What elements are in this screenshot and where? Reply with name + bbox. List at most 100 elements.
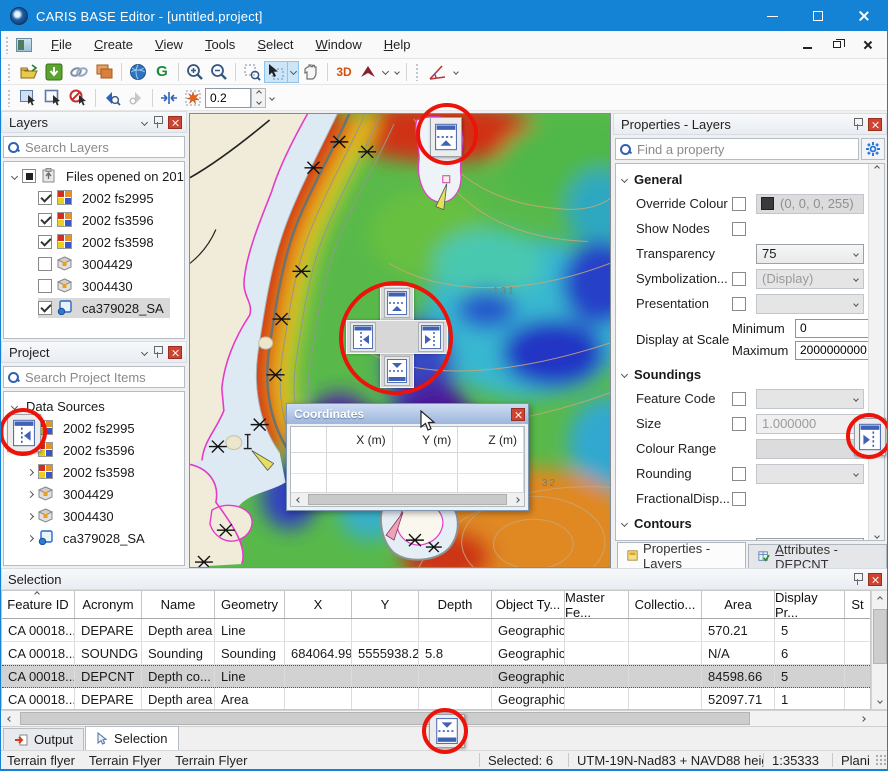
select-tool-button[interactable] xyxy=(264,61,288,83)
scroll-thumb[interactable] xyxy=(873,609,887,664)
pin-icon[interactable] xyxy=(853,118,862,130)
property-checkbox[interactable] xyxy=(732,467,746,481)
table-cell[interactable]: CA 00018... xyxy=(2,666,75,687)
dock-guide-down-button[interactable] xyxy=(384,356,410,386)
layers-tree-item[interactable]: 3004429 xyxy=(4,253,184,275)
pan-tool-button[interactable] xyxy=(299,61,323,83)
layers-tree-item[interactable]: 2002 fs3596 xyxy=(4,209,184,231)
table-cell[interactable]: 52097.71 xyxy=(702,688,775,710)
angle-measure-button[interactable] xyxy=(424,61,450,83)
pin-icon[interactable] xyxy=(853,573,862,585)
project-tree-item[interactable]: ca379028_SA xyxy=(4,527,184,549)
dock-guide-left-button[interactable] xyxy=(350,322,376,352)
expander-icon[interactable] xyxy=(22,492,38,497)
table-cell[interactable] xyxy=(845,688,871,710)
table-cell[interactable] xyxy=(845,666,871,687)
table-cell[interactable]: DEPCNT xyxy=(75,666,142,687)
panel-close-button[interactable] xyxy=(168,116,182,129)
tab-output[interactable]: Output xyxy=(3,728,84,750)
menu-create[interactable]: Create xyxy=(83,33,144,56)
tab-selection[interactable]: Selection xyxy=(85,726,178,750)
table-cell[interactable] xyxy=(565,666,629,687)
select-tool-dropdown[interactable] xyxy=(288,61,299,83)
table-cell[interactable] xyxy=(629,642,702,664)
layers-tree-item[interactable]: ca379028_SA xyxy=(4,297,184,319)
flyer-tool-dropdown[interactable] xyxy=(380,61,391,83)
data-sources-button[interactable] xyxy=(92,61,117,83)
scroll-thumb[interactable] xyxy=(20,712,750,725)
import-surface-button[interactable] xyxy=(42,61,66,83)
query-next-button[interactable] xyxy=(124,87,148,109)
table-row[interactable]: CA 00018...DEPAREDepth areaAreaGeographi… xyxy=(2,688,870,710)
column-header[interactable]: Master Fe... xyxy=(565,591,629,618)
column-header[interactable]: Collectio... xyxy=(629,591,702,618)
globe-button[interactable] xyxy=(126,61,150,83)
coordinates-window[interactable]: Coordinates X (m) Y (m) Z (m) xyxy=(286,403,529,511)
property-checkbox[interactable] xyxy=(732,297,746,311)
table-cell[interactable] xyxy=(352,619,419,641)
column-header[interactable]: Object Ty... xyxy=(492,591,565,618)
expander-icon[interactable] xyxy=(22,470,38,475)
mdi-close-button[interactable] xyxy=(859,38,875,52)
menu-select[interactable]: Select xyxy=(246,33,304,56)
table-cell[interactable]: Sounding xyxy=(142,642,215,664)
property-dropdown[interactable]: (Display) xyxy=(756,269,864,289)
dock-expand-left-button[interactable] xyxy=(7,414,41,452)
pin-icon[interactable] xyxy=(153,116,162,128)
property-dropdown[interactable] xyxy=(756,464,864,484)
project-tree-item[interactable]: 3004430 xyxy=(4,505,184,527)
table-cell[interactable]: 5 xyxy=(775,666,845,687)
table-cell[interactable]: Geographic xyxy=(492,688,565,710)
expander-icon[interactable] xyxy=(22,536,38,541)
expander-icon[interactable] xyxy=(6,174,22,179)
visibility-checkbox[interactable] xyxy=(38,257,52,271)
table-cell[interactable]: Geographic xyxy=(492,619,565,641)
panel-close-button[interactable] xyxy=(868,573,882,586)
property-input[interactable]: 1.000000 xyxy=(756,414,864,434)
property-group-header[interactable]: Soundings xyxy=(616,362,884,386)
table-cell[interactable]: Line xyxy=(215,666,285,687)
scroll-left-icon[interactable] xyxy=(291,493,306,506)
column-header[interactable]: Feature ID xyxy=(2,591,75,618)
table-cell[interactable] xyxy=(629,688,702,710)
table-cell[interactable]: DEPARE xyxy=(75,619,142,641)
column-header[interactable]: Depth xyxy=(419,591,492,618)
table-cell[interactable]: Geographic xyxy=(492,666,565,687)
table-cell[interactable]: 5 xyxy=(775,619,845,641)
column-header[interactable]: Acronym xyxy=(75,591,142,618)
open-project-button[interactable] xyxy=(16,61,42,83)
property-group-header[interactable]: Contours xyxy=(616,511,884,535)
column-header[interactable]: Area xyxy=(702,591,775,618)
property-dropdown[interactable]: 75 xyxy=(756,244,864,264)
panel-close-button[interactable] xyxy=(168,346,182,359)
table-cell[interactable]: 84598.66 xyxy=(702,666,775,687)
query-previous-button[interactable] xyxy=(100,87,124,109)
coordinates-title-bar[interactable]: Coordinates xyxy=(287,404,528,424)
table-cell[interactable]: DEPARE xyxy=(75,688,142,710)
table-cell[interactable] xyxy=(565,688,629,710)
3d-view-button[interactable]: 3D xyxy=(332,61,356,83)
scroll-up-icon[interactable] xyxy=(874,165,880,171)
visibility-checkbox[interactable] xyxy=(38,279,52,293)
scroll-right-icon[interactable] xyxy=(854,711,871,726)
zoom-out-button[interactable] xyxy=(207,61,231,83)
scroll-left-icon[interactable] xyxy=(1,711,18,726)
table-cell[interactable]: N/A xyxy=(702,642,775,664)
visibility-checkbox[interactable] xyxy=(38,191,52,205)
table-cell[interactable] xyxy=(285,619,352,641)
property-dropdown[interactable] xyxy=(756,294,864,314)
project-search-input[interactable] xyxy=(25,370,180,385)
table-cell[interactable]: Geographic xyxy=(492,642,565,664)
selection-radius-button[interactable] xyxy=(181,87,205,109)
mdi-minimize-button[interactable] xyxy=(799,38,815,52)
visibility-checkbox[interactable] xyxy=(38,235,52,249)
property-checkbox[interactable] xyxy=(732,272,746,286)
table-cell[interactable]: CA 00018... xyxy=(2,642,75,664)
column-header[interactable]: Name xyxy=(142,591,215,618)
toolbar-overflow[interactable] xyxy=(450,61,461,83)
property-checkbox[interactable] xyxy=(732,222,746,236)
property-group-header[interactable]: General xyxy=(616,167,884,191)
select-by-rect-button[interactable] xyxy=(41,87,66,109)
layers-tree-item[interactable]: Files opened on 201... xyxy=(4,165,184,187)
dock-guide-right-button[interactable] xyxy=(418,322,444,352)
